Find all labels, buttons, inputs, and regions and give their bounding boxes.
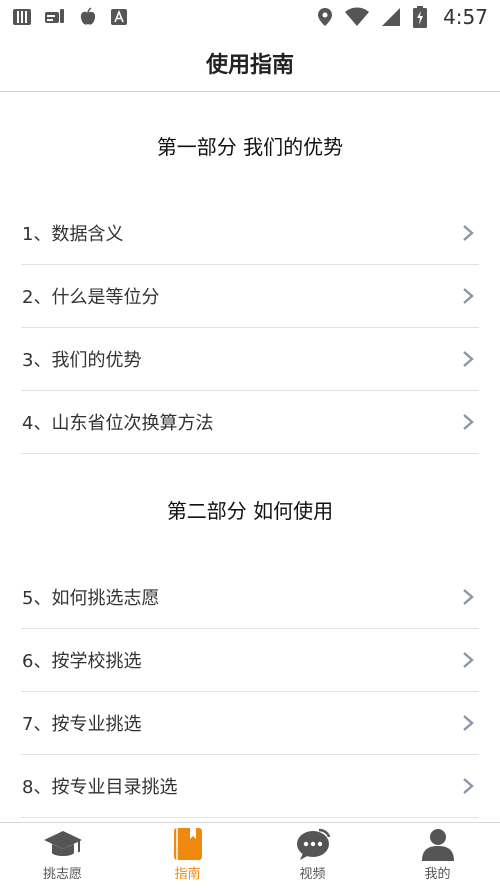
location-icon: [318, 8, 333, 26]
app-notification-icon: [13, 9, 31, 25]
tab-choose-volunteer[interactable]: 挑志愿: [0, 823, 125, 888]
chevron-right-icon: [463, 288, 474, 304]
chevron-right-icon: [463, 589, 474, 605]
list-item-label: 5、如何挑选志愿: [22, 588, 160, 609]
tab-label: 我的: [424, 867, 451, 882]
how-to-use-list: 5、如何挑选志愿 6、按学校挑选 7、按专业挑选 8、按专业目录挑选: [21, 566, 479, 818]
list-item-label: 6、按学校挑选: [22, 651, 142, 672]
guide-content[interactable]: 第一部分 我们的优势 1、数据含义 2、什么是等位分 3、我们的优势 4、山东省…: [0, 92, 500, 818]
list-item-by-major-catalog[interactable]: 8、按专业目录挑选: [21, 755, 479, 818]
wifi-icon: [345, 7, 370, 26]
list-item-choose-volunteer[interactable]: 5、如何挑选志愿: [21, 566, 479, 629]
list-item-by-school[interactable]: 6、按学校挑选: [21, 629, 479, 692]
list-item-label: 7、按专业挑选: [22, 714, 142, 735]
status-bar: 4:57: [0, 0, 500, 34]
list-item-our-advantages[interactable]: 3、我们的优势: [21, 328, 479, 391]
tab-profile[interactable]: 我的: [375, 823, 500, 888]
tab-label: 挑志愿: [42, 867, 82, 882]
list-item-equivalent-score[interactable]: 2、什么是等位分: [21, 265, 479, 328]
chat-notification-icon: [45, 9, 64, 23]
bottom-tab-bar: 挑志愿 指南 视频 我的: [0, 822, 500, 888]
page-title: 使用指南: [205, 52, 294, 78]
section-title-advantages: 第一部分 我们的优势: [156, 135, 344, 159]
status-time: 4:57: [443, 5, 488, 29]
chat-bubble-icon: [296, 828, 330, 860]
tab-label: 指南: [174, 867, 201, 882]
list-item-data-meaning[interactable]: 1、数据含义: [21, 202, 479, 265]
chevron-right-icon: [463, 351, 474, 367]
status-right-icons: 4:57: [317, 5, 488, 29]
apple-notification-icon: [80, 7, 96, 25]
chevron-right-icon: [463, 225, 474, 241]
list-item-label: 2、什么是等位分: [22, 287, 160, 308]
advantages-list: 1、数据含义 2、什么是等位分 3、我们的优势 4、山东省位次换算方法: [21, 202, 479, 454]
chevron-right-icon: [463, 652, 474, 668]
list-item-label: 8、按专业目录挑选: [22, 777, 178, 798]
chevron-right-icon: [463, 778, 474, 794]
status-left-icons: [12, 7, 128, 27]
list-item-label: 4、山东省位次换算方法: [22, 413, 214, 434]
list-item-label: 1、数据含义: [22, 224, 124, 245]
battery-icon: [413, 6, 428, 28]
list-item-by-major[interactable]: 7、按专业挑选: [21, 692, 479, 755]
cell-signal-icon: [382, 8, 401, 26]
list-item-label: 3、我们的优势: [22, 350, 142, 371]
tab-guide[interactable]: 指南: [125, 823, 250, 888]
graduation-cap-icon: [43, 831, 82, 856]
chevron-right-icon: [463, 715, 474, 731]
tab-video[interactable]: 视频: [250, 823, 375, 888]
person-icon: [421, 829, 454, 861]
page-header: 使用指南: [0, 34, 500, 92]
font-notification-icon: [111, 9, 127, 25]
guide-book-icon: [173, 828, 202, 860]
section-title-how-to-use: 第二部分 如何使用: [166, 499, 334, 523]
tab-label: 视频: [299, 867, 326, 882]
chevron-right-icon: [463, 414, 474, 430]
list-item-rank-conversion[interactable]: 4、山东省位次换算方法: [21, 391, 479, 454]
